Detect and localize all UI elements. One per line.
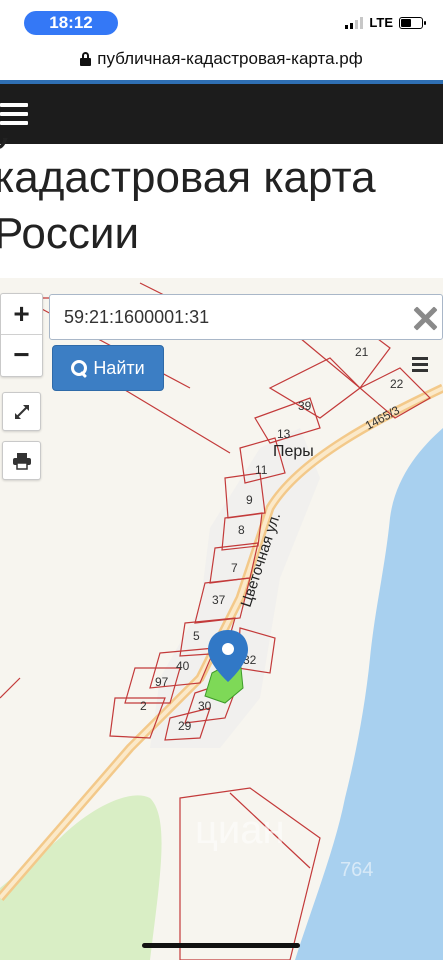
parcel-number: 29	[178, 719, 192, 733]
zoom-controls: + −	[0, 293, 43, 377]
url-text: публичная-кадастровая-карта.рф	[97, 49, 363, 68]
parcel-number: 9	[246, 493, 253, 507]
find-button[interactable]: Найти	[52, 345, 164, 391]
site-navbar	[0, 84, 443, 144]
print-button[interactable]	[2, 441, 41, 480]
zoom-in-button[interactable]: +	[1, 294, 42, 334]
village-label: Перы	[273, 443, 314, 460]
search-icon	[71, 360, 88, 379]
parcel-number: 39	[298, 399, 312, 413]
parcel-number: 97	[155, 675, 169, 689]
address-bar[interactable]: публичная-кадастровая-карта.рф	[0, 40, 443, 78]
signal-icon	[345, 16, 364, 29]
lock-icon	[80, 52, 92, 66]
layers-menu-icon[interactable]	[412, 357, 428, 372]
parcel-number: 7	[231, 561, 238, 575]
parcel-number: 30	[198, 699, 212, 713]
status-indicators: LTE	[345, 15, 426, 30]
hamburger-menu-icon[interactable]	[0, 103, 28, 125]
parcel-number: 40	[176, 659, 190, 673]
page-title-line1: кадастровая карта	[0, 153, 376, 202]
search-input-value: 59:21:1600001:31	[64, 306, 210, 327]
fullscreen-button[interactable]	[2, 392, 41, 431]
parcel-number: 2	[140, 699, 147, 713]
forest	[0, 795, 162, 960]
parcel-number: 21	[355, 345, 369, 359]
status-bar: 18:12 LTE	[0, 0, 443, 40]
parcel-number: 8	[238, 523, 245, 537]
status-time: 18:12	[24, 11, 118, 35]
expand-icon	[14, 404, 29, 419]
page-title-line2: России	[0, 209, 140, 258]
clear-search-icon[interactable]	[412, 305, 438, 331]
network-type: LTE	[369, 15, 393, 30]
parcel-number: 11	[255, 463, 268, 477]
parcel-number: 22	[390, 377, 404, 391]
parcel-number: 5	[193, 629, 200, 643]
battery-icon	[399, 16, 426, 29]
find-button-label: Найти	[93, 357, 145, 378]
page-title: у кадастровая карта России	[0, 138, 443, 263]
parcel-number: 13	[277, 427, 291, 441]
watermark: циан	[195, 808, 285, 852]
parcel-number: 37	[212, 593, 226, 607]
zoom-out-button[interactable]: −	[1, 334, 42, 375]
watermark-number: 764	[340, 859, 373, 881]
printer-icon	[12, 452, 31, 470]
cadastral-search-input[interactable]: 59:21:1600001:31	[49, 294, 443, 340]
home-indicator	[142, 943, 300, 948]
